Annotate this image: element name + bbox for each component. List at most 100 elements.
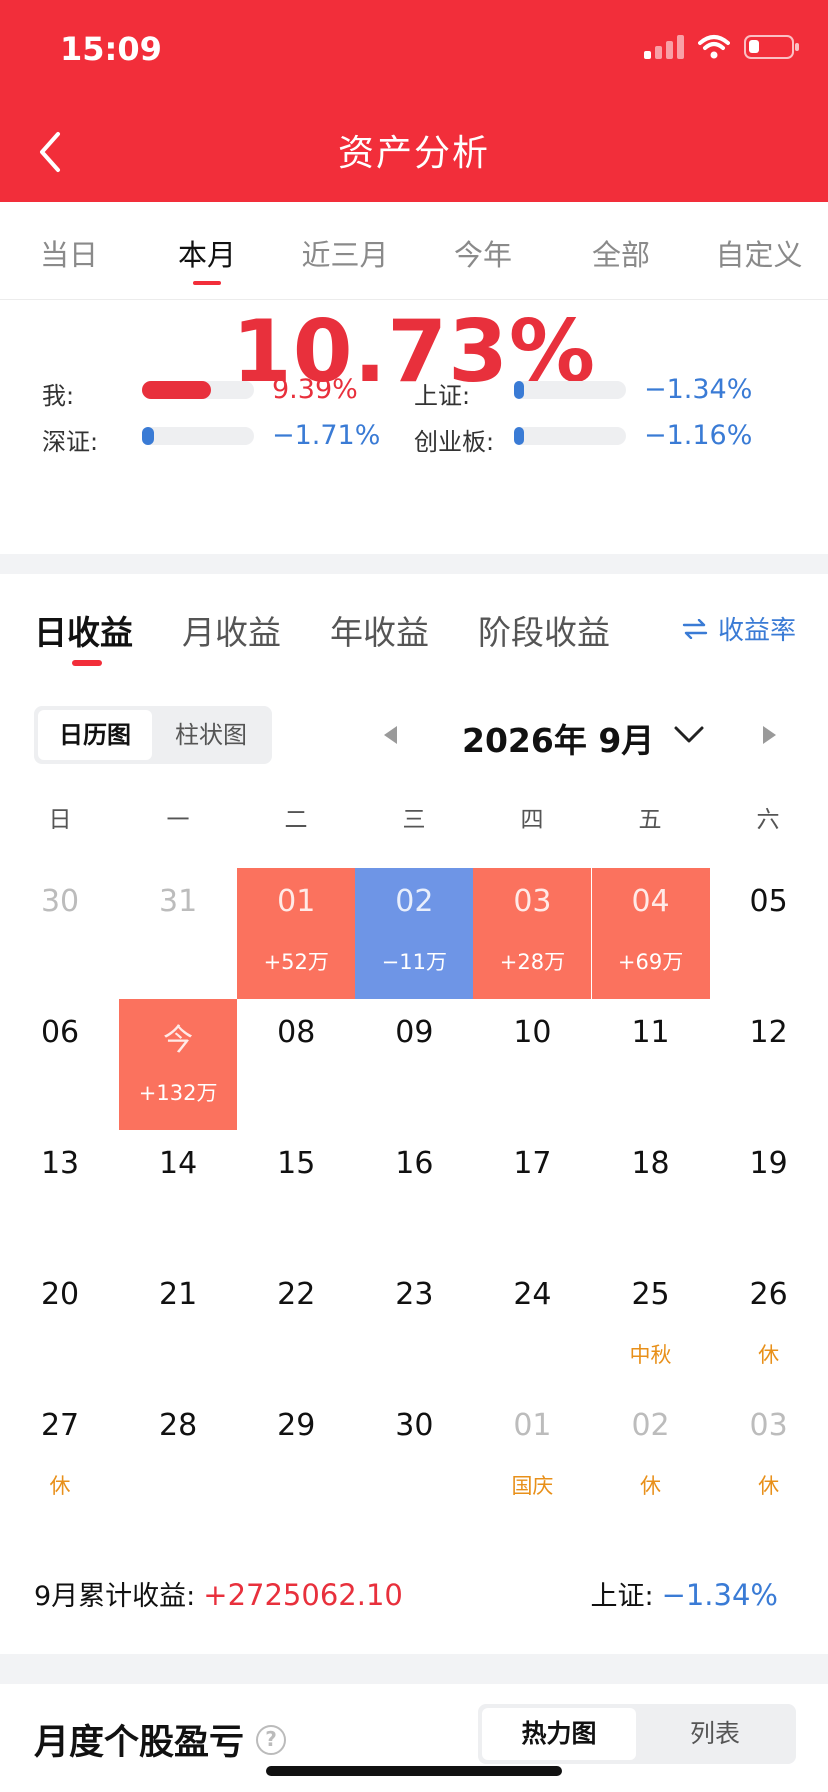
- calendar-day[interactable]: 16: [355, 1130, 473, 1261]
- comparison-label: 创业板:: [414, 428, 495, 456]
- calendar-day-profit: +52万: [263, 950, 329, 974]
- calendar-day[interactable]: 27 休: [1, 1392, 119, 1523]
- calendar-day[interactable]: 30: [355, 1392, 473, 1523]
- comparison-row: 创业板: −1.16%: [0, 420, 828, 456]
- calendar-day[interactable]: 17: [473, 1130, 591, 1261]
- calendar-day[interactable]: 31: [119, 868, 237, 999]
- next-month-icon[interactable]: [763, 726, 776, 744]
- calendar-day-number: 31: [159, 884, 198, 919]
- calendar-day[interactable]: 01 +52万: [237, 868, 356, 999]
- calendar-day[interactable]: 04 +69万: [591, 868, 710, 999]
- active-tab-indicator: [72, 660, 102, 666]
- return-type-tab[interactable]: 月收益: [182, 606, 281, 654]
- calendar-day[interactable]: 10: [473, 999, 591, 1130]
- return-type-tab[interactable]: 阶段收益: [478, 606, 610, 654]
- calendar-day[interactable]: 29: [237, 1392, 355, 1523]
- calendar-day[interactable]: 06: [1, 999, 119, 1130]
- calendar-day-number: 30: [40, 884, 80, 919]
- calendar-day-holiday: 休: [758, 1343, 780, 1367]
- calendar-day-number: 05: [749, 884, 788, 919]
- calendar-day-number: 01: [277, 884, 316, 919]
- calendar-day[interactable]: 08: [237, 999, 355, 1130]
- bar-view-button[interactable]: 柱状图: [154, 710, 268, 760]
- calendar-day[interactable]: 22: [237, 1261, 355, 1392]
- period-tab[interactable]: 当日: [0, 202, 138, 299]
- period-tab[interactable]: 今年: [414, 202, 552, 299]
- weekday-label: 三: [402, 807, 426, 833]
- period-tab[interactable]: 全部: [552, 202, 690, 299]
- calendar-day[interactable]: 30: [1, 868, 119, 999]
- calendar-day[interactable]: 25 中秋: [592, 1261, 710, 1392]
- calendar-day-number: 20: [40, 1277, 80, 1312]
- previous-month-icon[interactable]: [384, 726, 397, 744]
- status-time: 15:09: [60, 30, 162, 68]
- battery-icon: [744, 35, 799, 59]
- calendar-view-button[interactable]: 日历图: [38, 710, 152, 760]
- calendar-day[interactable]: 20: [1, 1261, 119, 1392]
- return-type-tab[interactable]: 年收益: [330, 606, 429, 654]
- return-type-tab[interactable]: 日收益: [34, 606, 133, 654]
- heatmap-button[interactable]: 热力图: [482, 1708, 636, 1760]
- calendar-day[interactable]: 03 +28万: [473, 868, 592, 999]
- period-tabs: 当日 本月 近三月 今年 全部 自定义: [0, 202, 828, 300]
- section-title-text: 月度个股盈亏: [34, 1723, 245, 1763]
- calendar-day[interactable]: 14: [119, 1130, 237, 1261]
- period-tab[interactable]: 近三月: [276, 202, 414, 299]
- calendar-day[interactable]: 09: [355, 999, 473, 1130]
- weekday-label: 日: [48, 807, 72, 833]
- comparison-value: −1.34%: [644, 374, 753, 405]
- calendar-day-number: 01: [513, 1408, 552, 1443]
- rate-toggle-button[interactable]: 收益率: [682, 610, 796, 647]
- wifi-icon: [698, 35, 730, 59]
- calendar-day[interactable]: 28: [119, 1392, 237, 1523]
- calendar-day[interactable]: 21: [119, 1261, 237, 1392]
- comparison-row: 上证: −1.34%: [0, 374, 828, 410]
- calendar-day-number: 29: [277, 1408, 316, 1443]
- index-total-label: 上证:: [590, 1581, 654, 1612]
- calendar-day-profit: +132万: [138, 1081, 218, 1105]
- calendar-day[interactable]: 02 −11万: [355, 868, 474, 999]
- month-total: 9月累计收益: +2725062.10: [34, 1574, 403, 1613]
- calendar-day-number: 13: [40, 1146, 80, 1181]
- period-tab[interactable]: 本月: [138, 202, 276, 299]
- calendar-day[interactable]: 05: [710, 868, 828, 999]
- period-tab[interactable]: 自定义: [690, 202, 828, 299]
- calendar-day[interactable]: 01 国庆: [473, 1392, 591, 1523]
- calendar-day[interactable]: 23: [355, 1261, 473, 1392]
- calendar-day[interactable]: 15: [237, 1130, 355, 1261]
- calendar-day[interactable]: 12: [710, 999, 828, 1130]
- calendar-day[interactable]: 24: [473, 1261, 591, 1392]
- calendar-day[interactable]: 13: [1, 1130, 119, 1261]
- month-label[interactable]: 2026年 9月: [462, 714, 654, 762]
- weekday-label: 一: [166, 807, 190, 833]
- list-button[interactable]: 列表: [638, 1708, 792, 1760]
- calendar-day-number: 25: [631, 1277, 670, 1312]
- chevron-down-icon[interactable]: [672, 720, 706, 748]
- calendar-day-number: 02: [631, 1408, 670, 1443]
- status-icons: [644, 34, 799, 60]
- rate-toggle-label: 收益率: [717, 616, 796, 646]
- calendar-day[interactable]: 18: [592, 1130, 710, 1261]
- calendar-day[interactable]: 今 +132万: [119, 999, 238, 1130]
- index-total: 上证: −1.34%: [590, 1574, 778, 1613]
- calendar-day-number: 09: [395, 1015, 434, 1050]
- section-title: 月度个股盈亏 ?: [34, 1714, 287, 1765]
- calendar-day[interactable]: 11: [592, 999, 710, 1130]
- calendar-day-number: 23: [395, 1277, 434, 1312]
- comparison-value: −1.16%: [644, 420, 753, 451]
- calendar-day-number: 11: [631, 1015, 670, 1050]
- month-total-value: +2725062.10: [203, 1578, 403, 1612]
- calendar-day-holiday: 休: [640, 1474, 662, 1498]
- calendar-day[interactable]: 19: [710, 1130, 828, 1261]
- help-icon[interactable]: ?: [256, 1724, 287, 1755]
- calendar-day-holiday: 中秋: [629, 1343, 672, 1367]
- calendar-day-profit: −11万: [381, 950, 447, 974]
- calendar-day[interactable]: 02 休: [592, 1392, 710, 1523]
- calendar-day[interactable]: 03 休: [710, 1392, 828, 1523]
- cellular-signal-icon: [644, 35, 684, 59]
- heatmap-list-toggle: 热力图 列表: [478, 1704, 796, 1764]
- calendar-day-number: 03: [513, 884, 552, 919]
- weekday-label: 六: [756, 807, 780, 833]
- comparison-bar-fill: [514, 427, 524, 445]
- calendar-day[interactable]: 26 休: [710, 1261, 828, 1392]
